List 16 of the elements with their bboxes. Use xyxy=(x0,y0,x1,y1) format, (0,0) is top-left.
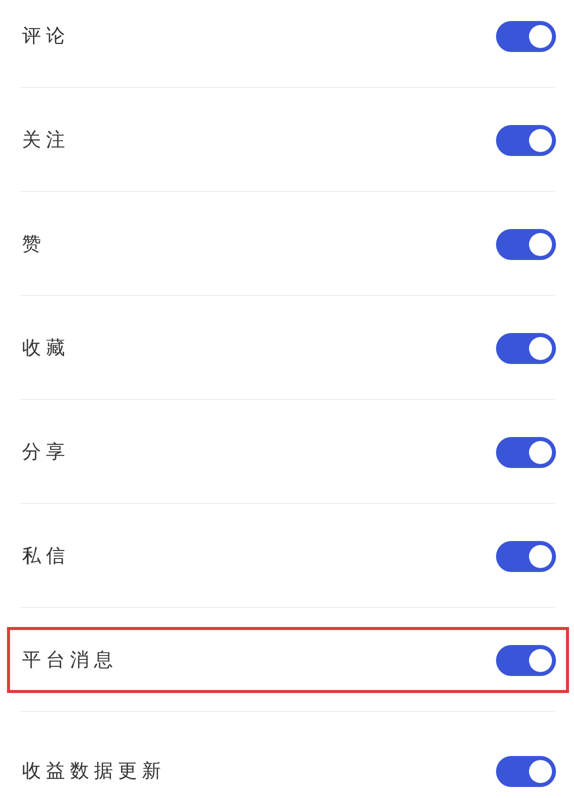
toggle-switch[interactable] xyxy=(496,124,556,156)
setting-label: 关注 xyxy=(22,128,70,153)
toggle-switch[interactable] xyxy=(496,20,556,52)
toggle-switch[interactable] xyxy=(496,332,556,364)
setting-label: 分享 xyxy=(22,440,70,465)
setting-label: 收益数据更新 xyxy=(22,759,166,784)
setting-label: 赞 xyxy=(22,232,46,257)
toggle-switch[interactable] xyxy=(496,540,556,572)
setting-label: 评论 xyxy=(22,24,70,49)
setting-label: 私信 xyxy=(22,544,70,569)
toggle-switch[interactable] xyxy=(496,756,556,786)
toggle-switch[interactable] xyxy=(496,228,556,260)
setting-label: 平台消息 xyxy=(22,648,118,673)
toggle-switch[interactable] xyxy=(496,436,556,468)
toggle-switch[interactable] xyxy=(496,644,556,676)
setting-label: 收藏 xyxy=(22,336,70,361)
